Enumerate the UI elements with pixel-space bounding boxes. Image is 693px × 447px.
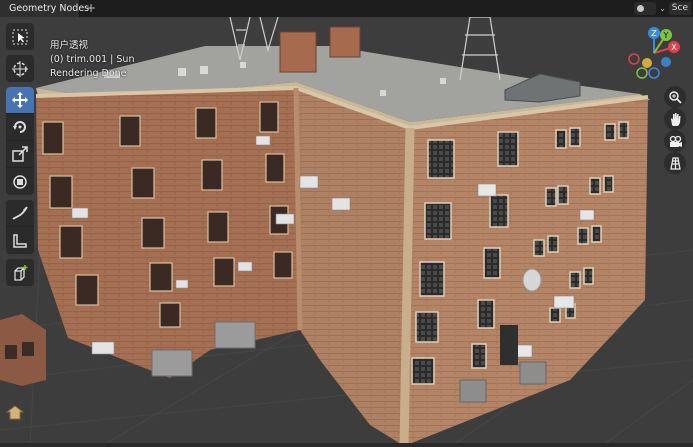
building-render <box>0 17 693 447</box>
move-icon[interactable] <box>6 87 34 114</box>
zoom-icon[interactable] <box>664 86 686 108</box>
render-status: Rendering Done <box>50 68 127 79</box>
annotate-icon[interactable] <box>6 200 34 227</box>
view-name: 用户透视 <box>50 40 89 51</box>
cursor-icon[interactable] <box>6 55 34 82</box>
scene-pin-toggle[interactable] <box>634 2 657 15</box>
measure-icon[interactable] <box>6 227 34 254</box>
3d-viewport[interactable]: 用户透视 (0) trim.001 | Sun Rendering Done <box>0 17 693 447</box>
scale-icon[interactable] <box>6 141 34 168</box>
viewport-info-overlay: 用户透视 (0) trim.001 | Sun Rendering Done <box>50 39 134 81</box>
navigation-gizmo[interactable]: Z X Y <box>626 25 692 89</box>
tool-shelf <box>6 23 34 291</box>
home-icon[interactable] <box>5 403 25 421</box>
viewport-bottom-edge <box>0 443 693 447</box>
add-cube-icon[interactable] <box>6 259 34 286</box>
rotate-icon[interactable] <box>6 114 34 141</box>
grid-icon[interactable] <box>664 152 686 174</box>
object-info: (0) trim.001 | Sun <box>50 54 135 65</box>
workspace-tab-bar: Geometry Nodes + ⌄ Sce <box>0 0 693 17</box>
svg-text:Z: Z <box>651 29 657 38</box>
svg-text:X: X <box>671 43 677 52</box>
select-box-icon[interactable] <box>6 23 34 50</box>
workspace-tab-geometry-nodes[interactable]: Geometry Nodes <box>0 0 89 17</box>
chevron-down-icon[interactable]: ⌄ <box>659 4 666 13</box>
svg-text:Y: Y <box>663 31 669 40</box>
add-workspace-button[interactable]: + <box>86 1 96 15</box>
camera-icon[interactable] <box>664 130 686 152</box>
transform-icon[interactable] <box>6 168 34 195</box>
scene-selector[interactable]: Sce <box>668 2 691 15</box>
pan-hand-icon[interactable] <box>664 108 686 130</box>
